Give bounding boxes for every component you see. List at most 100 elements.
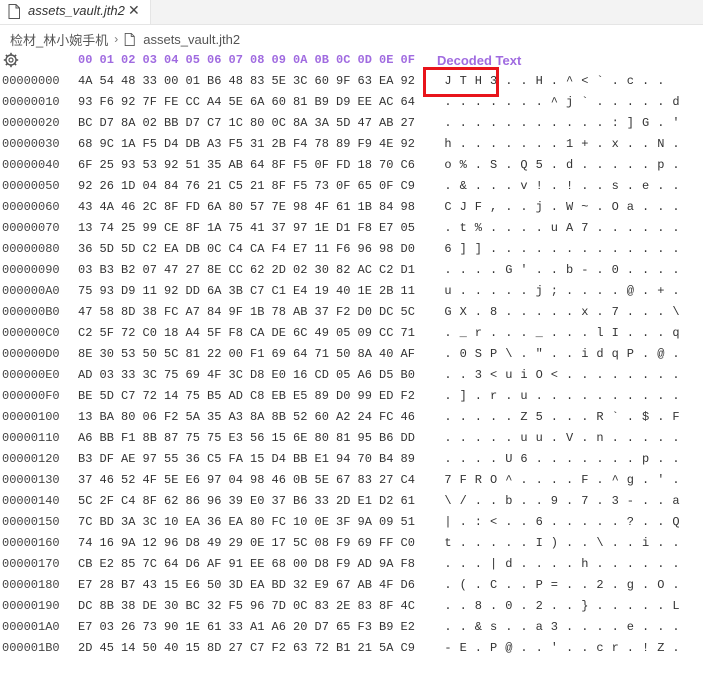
hex-byte[interactable]: 8F xyxy=(272,179,286,193)
hex-byte[interactable]: EE xyxy=(250,557,264,571)
hex-byte[interactable]: 48 xyxy=(121,74,135,88)
hex-byte[interactable]: AF xyxy=(207,557,221,571)
hex-byte[interactable]: E5 xyxy=(293,389,307,403)
hex-byte[interactable]: 27 xyxy=(379,473,393,487)
hex-byte[interactable]: 5A xyxy=(186,410,200,424)
hex-byte[interactable]: DB xyxy=(186,242,200,256)
hex-byte[interactable]: CC xyxy=(379,326,393,340)
hex-byte[interactable]: 76 xyxy=(186,179,200,193)
hex-byte[interactable]: 75 xyxy=(78,284,92,298)
hex-byte[interactable]: 62 xyxy=(250,263,264,277)
hex-byte[interactable]: FD xyxy=(186,200,200,214)
hex-byte[interactable]: 5D xyxy=(100,242,114,256)
hex-byte[interactable]: 00 xyxy=(229,347,243,361)
hex-byte[interactable]: 05 xyxy=(401,221,415,235)
breadcrumb-file[interactable]: assets_vault.jth2 xyxy=(143,32,240,47)
hex-byte[interactable]: 18 xyxy=(164,326,178,340)
hex-byte[interactable]: A6 xyxy=(78,431,92,445)
hex-byte[interactable]: FC xyxy=(272,515,286,529)
hex-byte[interactable]: FC xyxy=(164,305,178,319)
hex-byte[interactable]: 4C xyxy=(401,599,415,613)
hex-byte[interactable]: 33 xyxy=(229,620,243,634)
hex-byte[interactable]: 38 xyxy=(121,599,135,613)
hex-byte[interactable]: 7F xyxy=(143,95,157,109)
hex-byte[interactable]: 6A xyxy=(207,200,221,214)
hex-byte[interactable]: 73 xyxy=(315,179,329,193)
hex-byte[interactable]: 0F xyxy=(379,179,393,193)
hex-byte[interactable]: 37 xyxy=(272,494,286,508)
hex-byte[interactable]: 9A xyxy=(379,557,393,571)
hex-byte[interactable]: 92 xyxy=(164,158,178,172)
hex-byte[interactable]: 62 xyxy=(164,494,178,508)
hex-byte[interactable]: 49 xyxy=(207,536,221,550)
hex-byte[interactable]: AB xyxy=(229,158,243,172)
hex-byte[interactable]: F1 xyxy=(121,431,135,445)
hex-byte[interactable]: 4F xyxy=(315,200,329,214)
hex-byte[interactable]: 94 xyxy=(336,452,350,466)
hex-byte[interactable]: D0 xyxy=(401,242,415,256)
hex-byte[interactable]: 05 xyxy=(336,326,350,340)
hex-byte[interactable]: 51 xyxy=(186,158,200,172)
hex-byte[interactable]: F8 xyxy=(229,326,243,340)
hex-byte[interactable]: 37 xyxy=(272,221,286,235)
hex-byte[interactable]: 0E xyxy=(250,536,264,550)
hex-byte[interactable]: 33 xyxy=(315,494,329,508)
hex-byte[interactable]: 05 xyxy=(336,368,350,382)
hex-byte[interactable]: 8F xyxy=(143,494,157,508)
hex-byte[interactable]: 10 xyxy=(293,515,307,529)
hex-byte[interactable]: C7 xyxy=(207,116,221,130)
hex-byte[interactable]: DC xyxy=(379,305,393,319)
hex-byte[interactable]: 80 xyxy=(250,116,264,130)
hex-byte[interactable]: 15 xyxy=(272,431,286,445)
hex-byte[interactable]: CC xyxy=(229,263,243,277)
hex-byte[interactable]: 8B xyxy=(272,410,286,424)
hex-byte[interactable]: 98 xyxy=(379,242,393,256)
hex-byte[interactable]: 6F xyxy=(78,158,92,172)
hex-byte[interactable]: 03 xyxy=(100,620,114,634)
hex-byte[interactable]: 36 xyxy=(207,515,221,529)
hex-byte[interactable]: 92 xyxy=(401,74,415,88)
hex-byte[interactable]: 5A xyxy=(379,641,393,655)
hex-byte[interactable]: 74 xyxy=(100,221,114,235)
hex-byte[interactable]: 97 xyxy=(293,221,307,235)
hex-byte[interactable]: 0F xyxy=(315,158,329,172)
hex-byte[interactable]: EB xyxy=(272,389,286,403)
hex-byte[interactable]: E7 xyxy=(78,578,92,592)
hex-byte[interactable]: 25 xyxy=(100,158,114,172)
hex-byte[interactable]: B4 xyxy=(379,452,393,466)
hex-byte[interactable]: 8D xyxy=(207,641,221,655)
hex-byte[interactable]: 2C xyxy=(143,200,157,214)
hex-byte[interactable]: 83 xyxy=(358,599,372,613)
hex-byte[interactable]: 93 xyxy=(78,95,92,109)
hex-byte[interactable]: 30 xyxy=(164,599,178,613)
hex-byte[interactable]: 72 xyxy=(143,389,157,403)
hex-byte[interactable]: EE xyxy=(358,95,372,109)
hex-byte[interactable]: 1E xyxy=(186,620,200,634)
hex-byte[interactable]: E6 xyxy=(186,473,200,487)
hex-byte[interactable]: 38 xyxy=(143,305,157,319)
hex-byte[interactable]: C9 xyxy=(401,641,415,655)
hex-byte[interactable]: 3D xyxy=(229,578,243,592)
hex-byte[interactable]: 8F xyxy=(272,158,286,172)
hex-byte[interactable]: EA xyxy=(379,74,393,88)
hex-byte[interactable]: 41 xyxy=(250,221,264,235)
hex-byte[interactable]: 78 xyxy=(272,305,286,319)
hex-byte[interactable]: AE xyxy=(121,452,135,466)
hex-byte[interactable]: 1C xyxy=(229,116,243,130)
hex-byte[interactable]: 46 xyxy=(401,410,415,424)
hex-byte[interactable]: 22 xyxy=(207,347,221,361)
hex-byte[interactable]: 21 xyxy=(358,641,372,655)
hex-byte[interactable]: 43 xyxy=(143,578,157,592)
hex-byte[interactable]: C0 xyxy=(401,536,415,550)
hex-byte[interactable]: 45 xyxy=(100,641,114,655)
hex-byte[interactable]: D4 xyxy=(164,137,178,151)
hex-byte[interactable]: 50 xyxy=(207,578,221,592)
hex-byte[interactable]: C0 xyxy=(143,326,157,340)
hex-byte[interactable]: 4E xyxy=(379,137,393,151)
hex-byte[interactable]: 2D xyxy=(336,494,350,508)
hex-byte[interactable]: 08 xyxy=(315,536,329,550)
hex-byte[interactable]: 0C xyxy=(293,599,307,613)
hex-byte[interactable]: 21 xyxy=(207,179,221,193)
hex-byte[interactable]: 5F xyxy=(207,326,221,340)
hex-byte[interactable]: BE xyxy=(78,389,92,403)
